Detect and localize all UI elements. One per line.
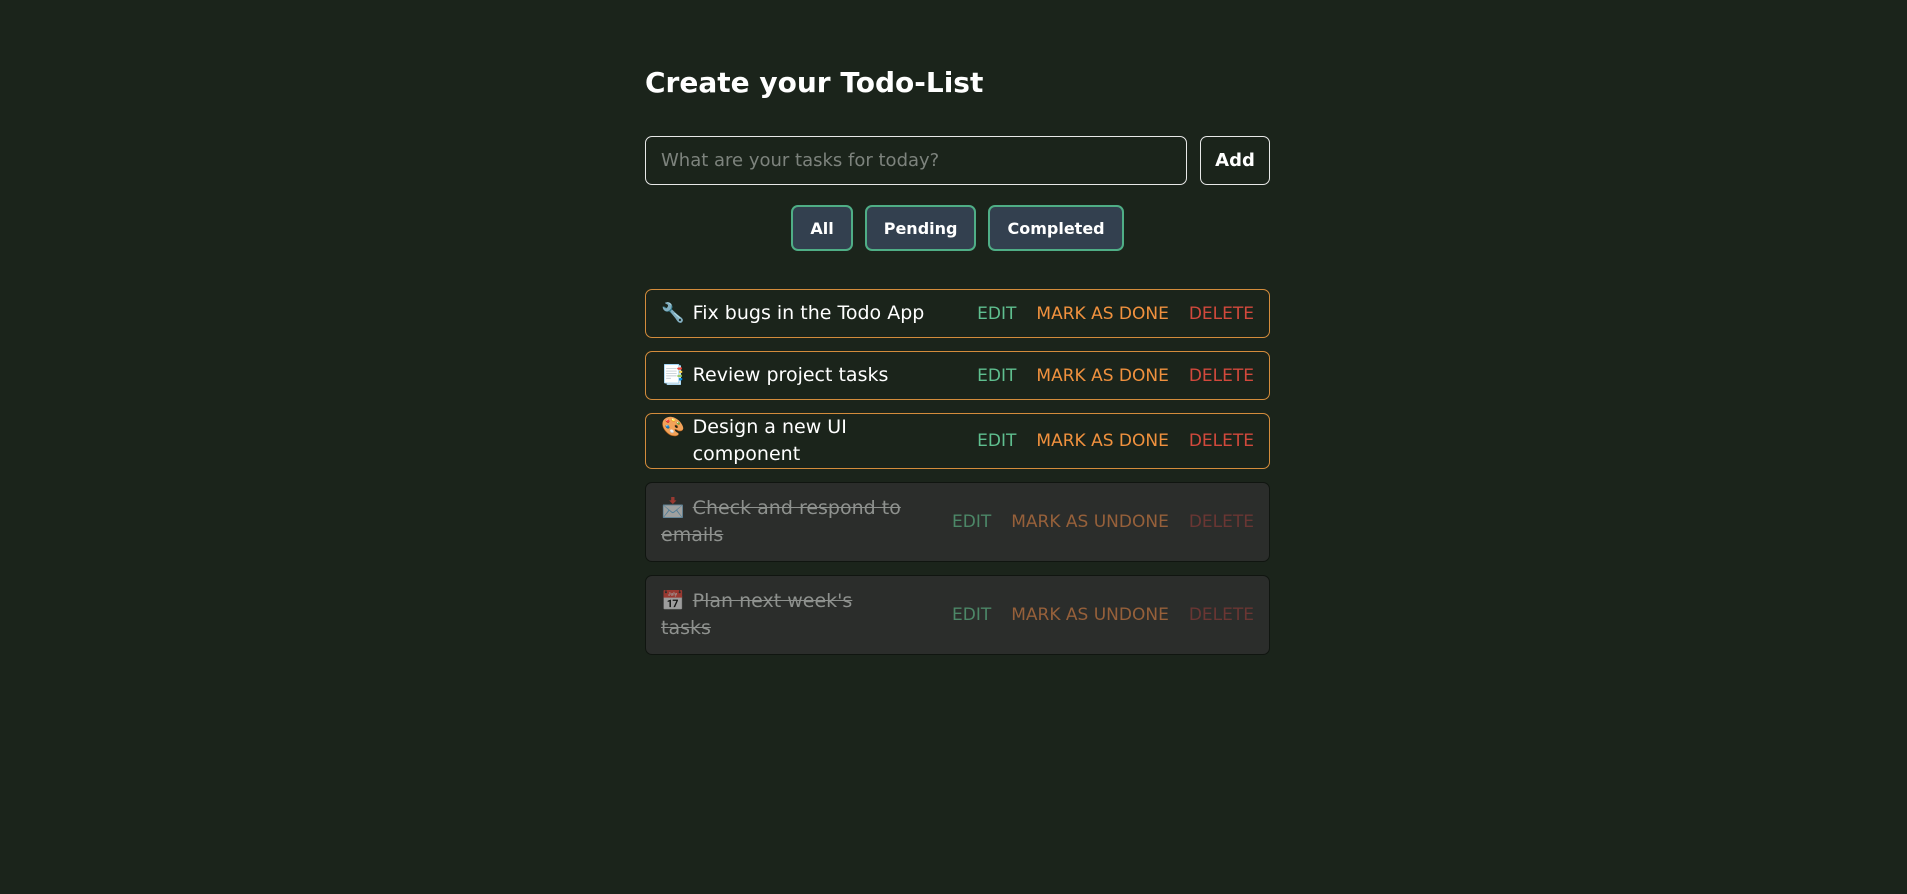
delete-button[interactable]: DELETE <box>1189 431 1254 451</box>
todo-list: 🔧 Fix bugs in the Todo App EDIT MARK AS … <box>645 289 1270 655</box>
filter-completed-button[interactable]: Completed <box>988 205 1124 251</box>
envelope-icon: 📩 <box>661 497 685 519</box>
todo-text: Design a new UI component <box>692 416 847 465</box>
edit-button[interactable]: EDIT <box>977 366 1016 386</box>
todo-item: 🎨 Design a new UI component EDIT MARK AS… <box>645 413 1270 469</box>
palette-icon: 🎨 <box>661 416 685 438</box>
mark-done-button[interactable]: MARK AS DONE <box>1036 431 1168 451</box>
add-task-form: Add <box>645 136 1270 185</box>
todo-content: 📑 Review project tasks <box>661 362 888 389</box>
todo-actions: EDIT MARK AS UNDONE DELETE <box>932 605 1254 625</box>
todo-text: Fix bugs in the Todo App <box>692 302 925 324</box>
mark-undone-button[interactable]: MARK AS UNDONE <box>1011 512 1169 532</box>
document-icon: 📑 <box>661 364 685 386</box>
todo-app: Create your Todo-List Add All Pending Co… <box>645 62 1270 668</box>
todo-actions: EDIT MARK AS DONE DELETE <box>957 366 1254 386</box>
filter-pending-button[interactable]: Pending <box>864 205 977 251</box>
delete-button[interactable]: DELETE <box>1189 304 1254 324</box>
todo-content: 📩 Check and respond to emails <box>661 495 901 549</box>
filter-bar: All Pending Completed <box>645 205 1270 251</box>
delete-button[interactable]: DELETE <box>1189 512 1254 532</box>
todo-item-completed: 📩 Check and respond to emails EDIT MARK A… <box>645 482 1270 562</box>
delete-button[interactable]: DELETE <box>1189 366 1254 386</box>
todo-actions: EDIT MARK AS UNDONE DELETE <box>932 512 1254 532</box>
filter-all-button[interactable]: All <box>791 205 853 251</box>
add-button[interactable]: Add <box>1200 136 1270 185</box>
todo-content: 🔧 Fix bugs in the Todo App <box>661 300 924 327</box>
mark-done-button[interactable]: MARK AS DONE <box>1036 366 1168 386</box>
todo-item-completed: 📅 Plan next week's tasks EDIT MARK AS UND… <box>645 575 1270 655</box>
edit-button[interactable]: EDIT <box>952 605 991 625</box>
edit-button[interactable]: EDIT <box>977 304 1016 324</box>
todo-text: Check and respond to emails <box>661 497 901 546</box>
page-title: Create your Todo-List <box>645 66 984 99</box>
edit-button[interactable]: EDIT <box>952 512 991 532</box>
calendar-icon: 📅 <box>661 590 685 612</box>
todo-actions: EDIT MARK AS DONE DELETE <box>957 431 1254 451</box>
todo-text: Plan next week's tasks <box>661 590 853 639</box>
todo-actions: EDIT MARK AS DONE DELETE <box>957 304 1254 324</box>
todo-text: Review project tasks <box>692 364 889 386</box>
task-input[interactable] <box>645 136 1187 185</box>
edit-button[interactable]: EDIT <box>977 431 1016 451</box>
todo-item: 🔧 Fix bugs in the Todo App EDIT MARK AS … <box>645 289 1270 338</box>
todo-item: 📑 Review project tasks EDIT MARK AS DONE… <box>645 351 1270 400</box>
mark-done-button[interactable]: MARK AS DONE <box>1036 304 1168 324</box>
wrench-icon: 🔧 <box>661 302 685 324</box>
delete-button[interactable]: DELETE <box>1189 605 1254 625</box>
todo-content: 🎨 Design a new UI component <box>661 414 957 468</box>
mark-undone-button[interactable]: MARK AS UNDONE <box>1011 605 1169 625</box>
todo-content: 📅 Plan next week's tasks <box>661 588 901 642</box>
